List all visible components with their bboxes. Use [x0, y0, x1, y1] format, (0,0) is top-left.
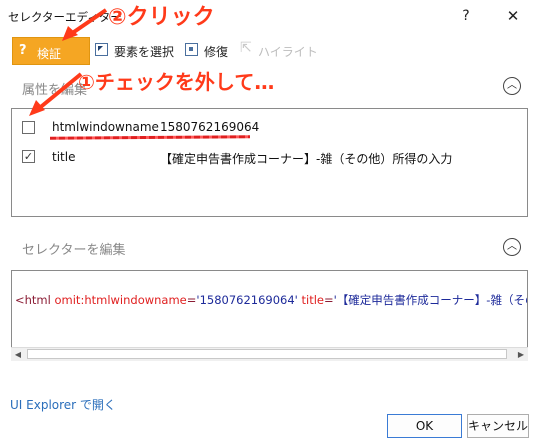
scroll-right-icon[interactable]: ▶	[514, 348, 528, 361]
selector-eq: =	[186, 293, 197, 307]
repair-button[interactable]: 修復	[204, 43, 228, 60]
close-button[interactable]: ✕	[500, 5, 526, 27]
attribute-value[interactable]: 【確定申告書作成コーナー】-雑（その他）所得の入力	[160, 150, 452, 167]
chevron-up-icon[interactable]: ︿	[503, 238, 521, 256]
select-element-button[interactable]: 要素を選択	[114, 43, 174, 60]
arrow-icon	[62, 8, 108, 41]
scroll-left-icon[interactable]: ◀	[11, 348, 25, 361]
annotation-step2: ②クリック	[108, 5, 215, 30]
selector-tag: <html	[15, 293, 55, 307]
repair-icon[interactable]	[185, 43, 198, 56]
select-element-icon[interactable]	[95, 43, 108, 56]
attribute-name: title	[52, 150, 76, 164]
question-icon: ?	[19, 43, 27, 58]
attribute-name: htmlwindowname	[52, 120, 159, 134]
highlight-button: ハイライト	[258, 45, 318, 59]
cancel-button[interactable]: キャンセル	[467, 414, 529, 438]
selector-eq: =	[324, 293, 334, 307]
selector-text[interactable]: <html omit:htmlwindowname='1580762169064…	[15, 292, 527, 308]
horizontal-scrollbar[interactable]: ◀ ▶	[11, 347, 528, 361]
attribute-value[interactable]: 1580762169064	[160, 120, 259, 134]
highlight-icon: ⇱	[240, 40, 252, 56]
htmlwindowname-checkbox[interactable]	[22, 121, 35, 134]
chevron-up-icon[interactable]: ︿	[503, 77, 521, 95]
scroll-thumb[interactable]	[27, 349, 507, 359]
selector-value: '【確定申告書作成コーナー】-雑（その他）所得	[333, 293, 527, 307]
selector-value: '1580762169064'	[196, 293, 298, 307]
title-checkbox[interactable]: ✓	[22, 150, 35, 163]
selector-section-title: セレクターを編集	[22, 243, 126, 258]
ui-explorer-link[interactable]: UI Explorer で開く	[10, 396, 116, 413]
arrow-icon	[29, 72, 83, 116]
ok-button[interactable]: OK	[387, 414, 462, 438]
help-button[interactable]: ?	[455, 6, 477, 26]
validate-label: 検証	[37, 47, 62, 61]
annotation-step1: ①チェックを外して…	[78, 70, 275, 94]
selector-attr: omit:htmlwindowname	[54, 293, 187, 307]
selector-attr: title	[301, 293, 324, 307]
